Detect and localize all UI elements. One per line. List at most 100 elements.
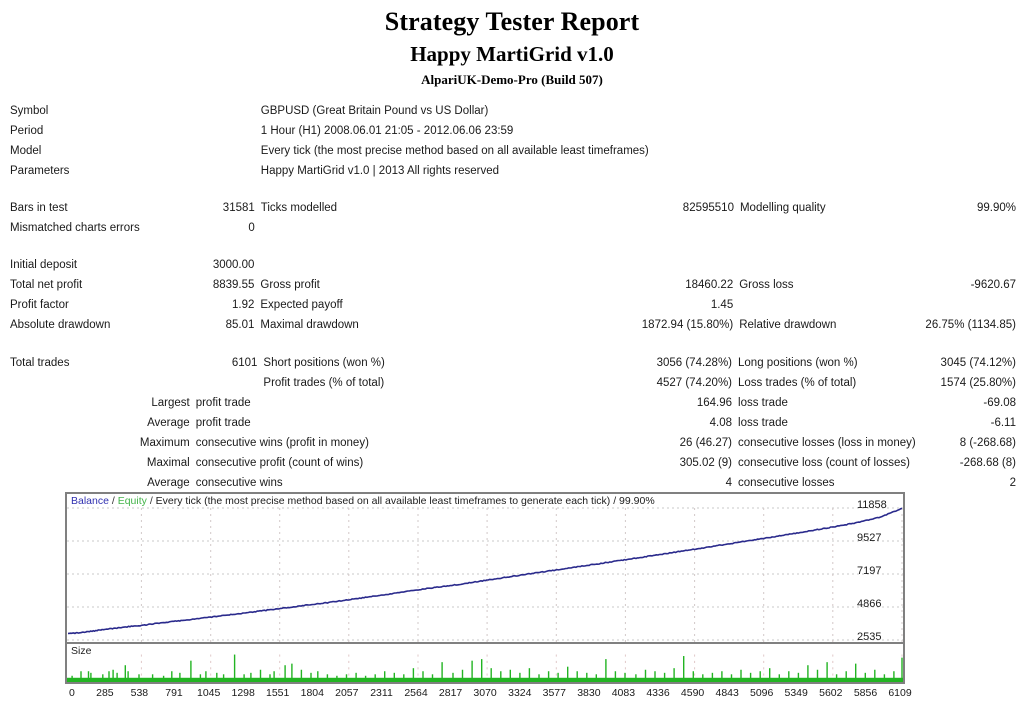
avg-consecutive-losses-label: consecutive losses [738,477,835,490]
maximal-consecutive-profit-value: 305.02 (9) [679,457,733,470]
x-axis-tick: 4843 [715,687,739,699]
profit-factor-label: Profit factor [10,299,69,312]
stats-section: Symbol GBPUSD (Great Britain Pound vs US… [0,101,1024,493]
x-axis-tick: 4590 [680,687,705,699]
x-axis-tick: 5096 [750,687,774,699]
x-axis-tick: 1804 [300,687,324,699]
bars-in-test-value: 31581 [222,202,255,215]
size-subchart: Size [65,644,905,684]
legend-balance: Balance [71,495,109,507]
period-label: Period [10,125,44,138]
broker-subtitle: AlpariUK-Demo-Pro (Build 507) [421,71,603,87]
y-axis-labels: 2535 4866 7197 9527 11858 [845,492,925,644]
x-axis-tick: 3577 [542,687,566,699]
x-axis-tick: 285 [96,687,114,699]
x-axis-tick: 2817 [438,687,463,699]
table-row: Period 1 Hour (H1) 2008.06.01 21:05 - 20… [10,121,1016,141]
table-row: Mismatched charts errors 0 [10,218,1016,238]
total-trades-label: Total trades [10,357,70,370]
maximal-label: Maximal [146,457,190,470]
initial-deposit-label: Initial deposit [10,259,78,272]
profit-stats-table: Initial deposit 3000.00 Total net profit… [10,255,1016,335]
relative-drawdown-label: Relative drawdown [739,319,837,332]
x-axis-tick: 538 [130,687,149,699]
x-axis-tick: 2311 [370,687,393,699]
maximal-consecutive-loss-label: consecutive loss (count of losses) [738,457,910,470]
table-row: Profit trades (% of total) 4527 (74.20%)… [10,373,1016,393]
largest-profit-trade-value: 164.96 [696,397,733,410]
max-consecutive-wins-value: 26 (46.27) [679,437,733,450]
average2-label: Average [147,477,190,490]
profit-factor-value: 1.92 [232,299,255,312]
average-loss-trade-value: -6.11 [990,417,1016,430]
equity-curve-svg [67,507,903,642]
total-trades-value: 6101 [231,357,258,370]
table-row: Absolute drawdown 85.01 Maximal drawdown… [10,315,1016,335]
absolute-drawdown-label: Absolute drawdown [10,319,111,332]
table-row: Total trades 6101 Short positions (won %… [10,353,1016,373]
x-axis-tick: 2057 [335,687,359,699]
x-axis-tick: 4083 [611,687,636,699]
mismatched-errors-value: 0 [248,222,255,235]
x-axis-tick: 0 [69,687,75,699]
x-axis-tick: 3830 [577,687,601,699]
average-loss-trade-label: loss trade [738,417,788,430]
relative-drawdown-value: 26.75% (1134.85) [925,319,1016,332]
table-row: Average consecutive wins 4 consecutive l… [10,473,1016,493]
avg-consecutive-losses-value: 2 [1009,477,1016,490]
mismatched-errors-label: Mismatched charts errors [10,222,140,235]
x-axis-tick: 5349 [784,687,808,699]
symbol-value: GBPUSD (Great Britain Pound vs US Dollar… [260,105,489,118]
report-header: Strategy Tester Report Happy MartiGrid v… [0,0,1024,89]
max-consecutive-losses-value: 8 (-268.68) [959,437,1016,450]
legend-model-description: Every tick (the most precise method base… [155,495,655,507]
table-row: Parameters Happy MartiGrid v1.0 | 2013 A… [10,161,1016,181]
maximal-consecutive-profit-label: consecutive profit (count of wins) [195,457,364,470]
parameters-spacer [194,161,261,181]
table-row: Largest profit trade 164.96 loss trade -… [10,393,1016,413]
ticks-modelled-value: 82595510 [682,202,734,215]
symbol-spacer [194,101,261,121]
gross-profit-value: 18460.22 [685,279,734,292]
symbol-info-table: Symbol GBPUSD (Great Britain Pound vs US… [10,101,1016,238]
parameters-label: Parameters [10,165,70,178]
expected-payoff-value: 1.45 [710,299,734,312]
largest-loss-trade-label: loss trade [738,397,788,410]
gross-profit-label: Gross profit [260,279,320,292]
average-profit-trade-value: 4.08 [709,417,733,430]
table-row: Average profit trade 4.08 loss trade -6.… [10,413,1016,433]
loss-trades-label: Loss trades (% of total) [738,377,857,390]
ticks-modelled-label: Ticks modelled [260,202,338,215]
profit-trades-value: 4527 (74.20%) [656,377,733,390]
y-axis-tick: 9527 [857,532,882,544]
table-row: Model Every tick (the most precise metho… [10,141,1016,161]
modelling-quality-value: 99.90% [976,202,1016,215]
legend-equity: Equity [117,495,147,507]
short-positions-label: Short positions (won %) [263,357,385,370]
total-net-profit-label: Total net profit [10,279,83,292]
maximal-consecutive-loss-value: -268.68 (8) [959,457,1016,470]
avg-consecutive-wins-value: 4 [725,477,733,490]
size-plot-area [67,644,903,682]
y-axis-tick: 2535 [857,631,882,643]
row-spacer [10,181,1016,198]
total-net-profit-value: 8839.55 [212,279,255,292]
maximum-label: Maximum [139,437,190,450]
table-row: Profit factor 1.92 Expected payoff 1.45 [10,295,1016,315]
gross-loss-value: -9620.67 [970,279,1016,292]
legend-separator-1: / [108,495,118,507]
chart-legend: Balance / Equity / Every tick (the most … [71,495,655,508]
y-axis-tick: 11858 [857,499,887,511]
loss-trades-value: 1574 (25.80%) [940,377,1016,390]
model-spacer [194,141,261,161]
x-axis-tick: 1551 [266,687,290,699]
long-positions-label: Long positions (won %) [738,357,858,370]
x-axis-tick: 791 [165,687,183,699]
period-spacer [194,121,261,141]
x-axis-labels: 0 285 538 791 1045 1298 1551 1804 2057 2311 2564 28… [65,686,912,702]
y-axis-tick: 4866 [857,598,882,610]
table-row: Maximum consecutive wins (profit in mone… [10,433,1016,453]
table-row: Symbol GBPUSD (Great Britain Pound vs US… [10,101,1016,121]
table-row: Bars in test 31581 Ticks modelled 825955… [10,198,1016,218]
modelling-quality-label: Modelling quality [739,202,826,215]
